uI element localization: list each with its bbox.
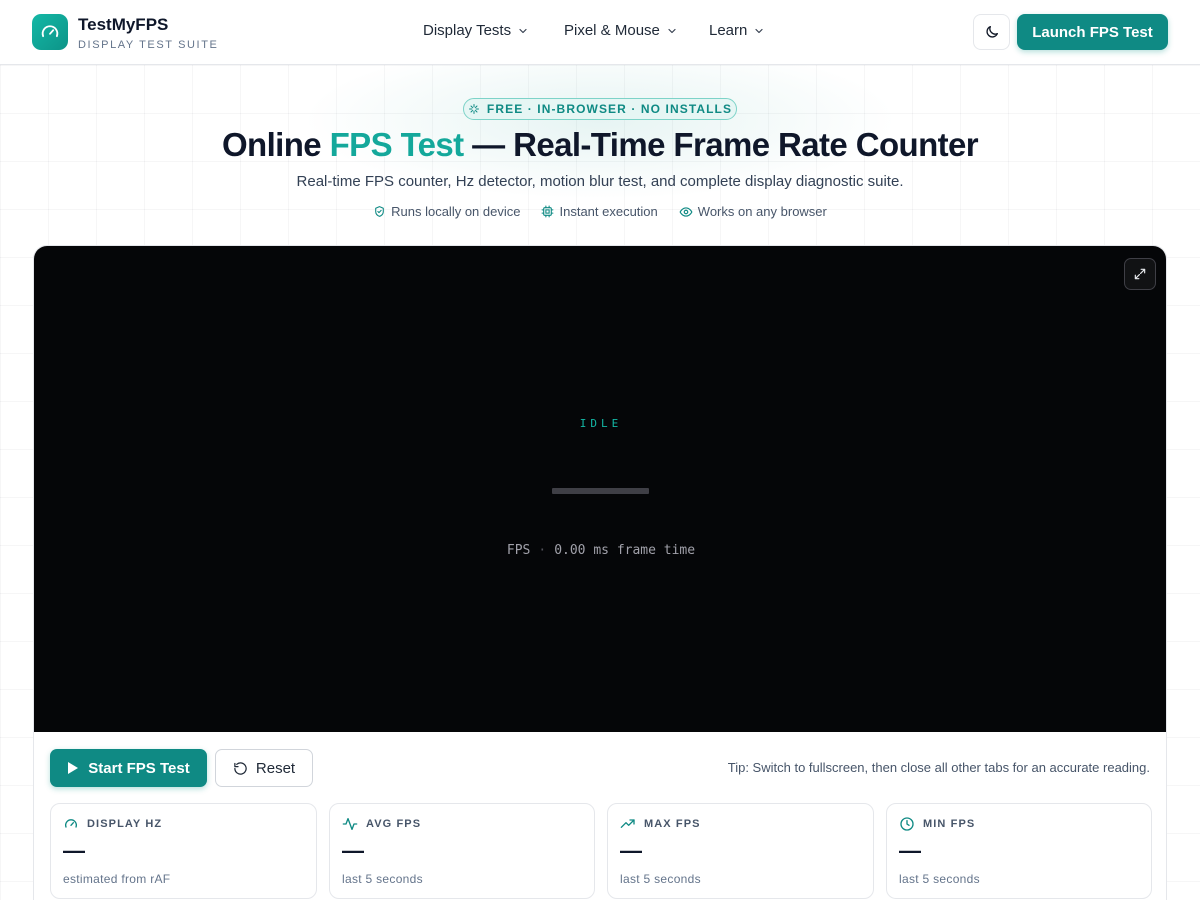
activity-icon (342, 818, 358, 830)
stat-card-min-fps: MIN FPS — last 5 seconds (886, 803, 1152, 899)
fullscreen-tip: Tip: Switch to fullscreen, then close al… (727, 760, 1150, 775)
start-label: Start FPS Test (88, 759, 190, 777)
page-title: Online FPS Test — Real-Time Frame Rate C… (0, 126, 1200, 164)
launch-fps-test-button[interactable]: Launch FPS Test (1017, 14, 1168, 50)
site-header: TestMyFPS DISPLAY TEST SUITE Display Tes… (0, 0, 1200, 65)
reset-icon (234, 761, 247, 775)
stat-header: DISPLAY HZ (63, 816, 162, 832)
chevron-down-icon (519, 28, 527, 34)
stat-caption: last 5 seconds (342, 872, 423, 886)
chevron-down-icon (755, 28, 763, 34)
badge-runs-locally: Runs locally on device (373, 204, 520, 219)
title-prefix: Online (221, 126, 330, 163)
pill-text: FREE · IN-BROWSER · NO INSTALLS (486, 102, 733, 116)
play-icon (68, 762, 79, 774)
meta-separator: · (538, 543, 547, 558)
fps-test-canvas[interactable]: IDLE FPS · 0.00 ms frame time (34, 246, 1166, 732)
theme-toggle-button[interactable] (973, 14, 1010, 50)
badge-any-browser: Works on any browser (679, 204, 827, 219)
expand-icon (1134, 268, 1146, 280)
feature-badges: Runs locally on device Instant execution… (0, 204, 1200, 219)
nav-display-tests[interactable]: Display Tests (423, 22, 529, 39)
fps-unit: FPS (506, 543, 531, 558)
stat-value: — (342, 838, 364, 863)
badge-instant-execution: Instant execution (541, 204, 658, 219)
moon-icon (985, 26, 998, 38)
stat-title: AVG FPS (366, 818, 422, 830)
reset-button[interactable]: Reset (215, 749, 313, 787)
stat-caption: last 5 seconds (899, 872, 980, 886)
clock-icon (900, 817, 914, 831)
fps-test-panel: IDLE FPS · 0.00 ms frame time Start FPS Te… (33, 245, 1167, 900)
stat-header: AVG FPS (342, 816, 421, 832)
stat-title: MAX FPS (644, 818, 701, 830)
nav-label: Learn (709, 22, 748, 39)
gauge-icon (65, 819, 77, 828)
fullscreen-button[interactable] (1124, 258, 1156, 290)
stat-header: MAX FPS (620, 816, 701, 832)
stat-value: — (899, 838, 921, 863)
frame-time: 0.00 ms frame time (554, 543, 696, 558)
fps-value-placeholder (552, 488, 649, 494)
title-accent: FPS Test (329, 126, 465, 163)
status-label: IDLE (579, 417, 623, 430)
stat-card-avg-fps: AVG FPS — last 5 seconds (329, 803, 595, 899)
logo-gauge-icon[interactable] (32, 14, 68, 50)
badge-label: Runs locally on device (391, 204, 521, 219)
hero-pill-badge: FREE · IN-BROWSER · NO INSTALLS (463, 98, 737, 120)
eye-icon (679, 206, 693, 217)
nav-learn[interactable]: Learn (709, 22, 765, 39)
chevron-down-icon (668, 28, 676, 34)
brand-name[interactable]: TestMyFPS (78, 15, 168, 35)
stat-value: — (63, 838, 85, 863)
stat-title: DISPLAY HZ (87, 818, 163, 830)
page-subtitle: Real-time FPS counter, Hz detector, moti… (296, 173, 904, 190)
nav-label: Pixel & Mouse (564, 22, 660, 39)
sparkle-icon (468, 104, 479, 114)
nav-label: Display Tests (423, 22, 512, 39)
start-fps-test-button[interactable]: Start FPS Test (50, 749, 207, 787)
trending-up-icon (620, 819, 635, 828)
shield-check-icon (375, 206, 384, 217)
stat-caption: last 5 seconds (620, 872, 701, 886)
badge-label: Works on any browser (697, 204, 827, 219)
badge-label: Instant execution (559, 204, 658, 219)
stat-caption: estimated from rAF (63, 872, 171, 886)
brand-tagline: DISPLAY TEST SUITE (78, 39, 219, 51)
reset-label: Reset (255, 759, 296, 777)
title-suffix: — Real-Time Frame Rate Counter (463, 126, 979, 163)
chip-icon (542, 205, 554, 218)
stat-card-max-fps: MAX FPS — last 5 seconds (607, 803, 874, 899)
stat-card-display-hz: DISPLAY HZ — estimated from rAF (50, 803, 317, 899)
nav-pixel-mouse[interactable]: Pixel & Mouse (564, 22, 678, 39)
stat-title: MIN FPS (923, 818, 976, 830)
stat-value: — (620, 838, 642, 863)
fps-meta: FPS · 0.00 ms frame time (34, 543, 1166, 558)
stat-header: MIN FPS (899, 816, 975, 832)
